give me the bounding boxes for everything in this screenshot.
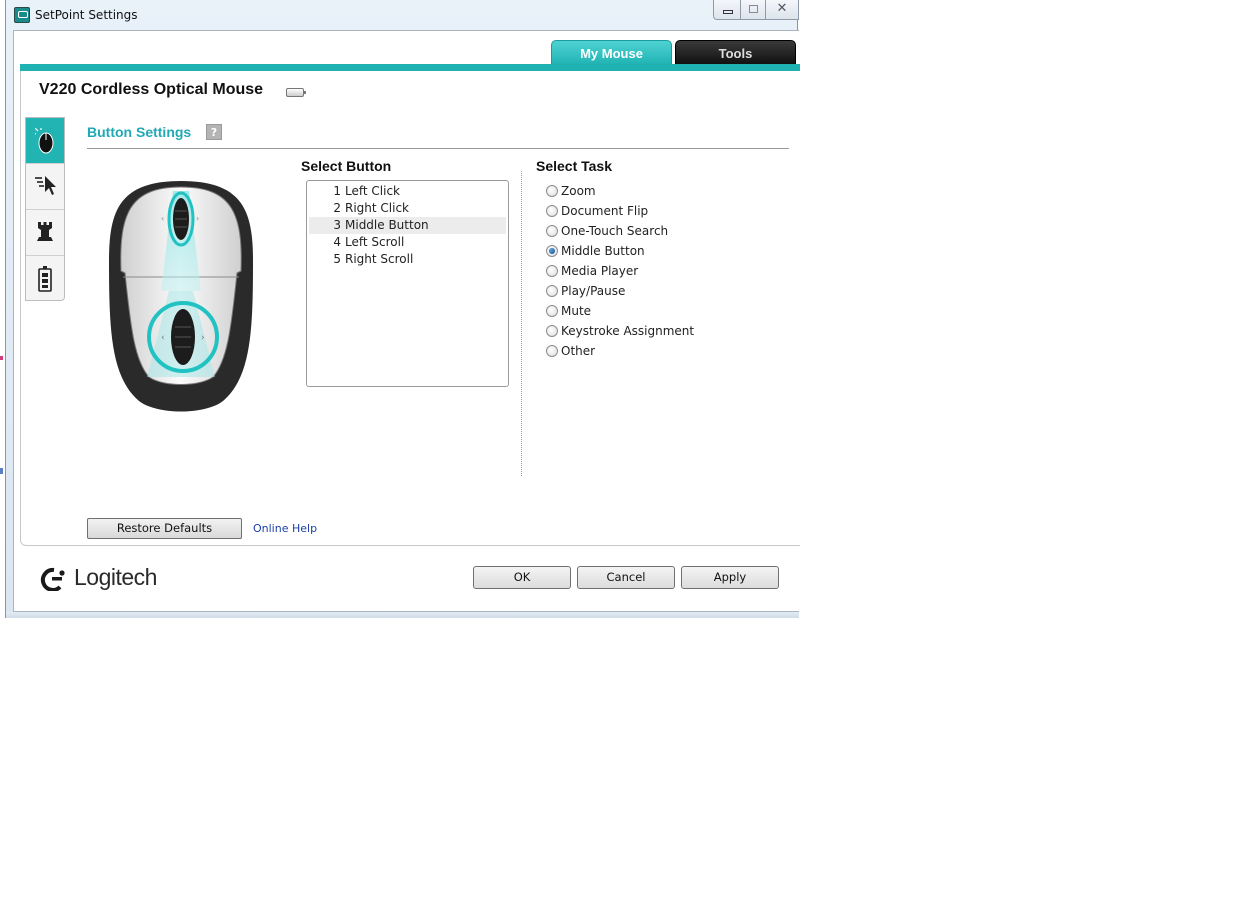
game-rook-icon bbox=[37, 222, 53, 241]
restore-defaults-button[interactable]: Restore Defaults bbox=[87, 518, 242, 539]
desktop-edge-mark bbox=[0, 356, 3, 360]
list-item-number: 4 bbox=[333, 235, 341, 249]
list-item-number: 5 bbox=[333, 252, 341, 266]
svg-text:›: › bbox=[201, 333, 205, 343]
close-button[interactable]: ✕ bbox=[765, 0, 799, 20]
logitech-logo-icon bbox=[40, 567, 65, 591]
tab-my-mouse[interactable]: My Mouse bbox=[551, 40, 672, 65]
logitech-logo-text: Logitech bbox=[74, 564, 157, 590]
mouse-buttons-icon bbox=[35, 128, 54, 154]
title-bar[interactable]: SetPoint Settings ✕ bbox=[6, 0, 799, 30]
list-item-label: Middle Button bbox=[345, 218, 429, 232]
sidebar-item-pointer[interactable] bbox=[26, 164, 64, 210]
list-item[interactable]: 4 Left Scroll bbox=[309, 234, 506, 251]
tab-tools[interactable]: Tools bbox=[675, 40, 796, 65]
help-icon[interactable]: ? bbox=[206, 124, 222, 140]
battery-icon bbox=[286, 88, 306, 97]
cancel-button[interactable]: Cancel bbox=[577, 566, 675, 589]
device-name: V220 Cordless Optical Mouse bbox=[39, 81, 264, 98]
list-item-label: Right Click bbox=[345, 201, 410, 215]
online-help-link[interactable]: Online Help bbox=[253, 522, 317, 535]
list-item-number: 1 bbox=[333, 184, 341, 198]
radio-label: Mute bbox=[561, 304, 592, 318]
svg-text:‹: ‹ bbox=[161, 214, 164, 223]
svg-text:›: › bbox=[196, 214, 199, 223]
select-button-label: Select Button bbox=[301, 158, 392, 174]
sidebar-item-button-settings[interactable] bbox=[26, 118, 64, 164]
radio-label: Keystroke Assignment bbox=[561, 324, 695, 338]
desktop-edge-mark bbox=[0, 468, 3, 474]
list-item-selected[interactable]: 3 Middle Button bbox=[309, 217, 506, 234]
column-divider bbox=[521, 171, 522, 476]
setpoint-window: SetPoint Settings ✕ My Mouse Tools V220 … bbox=[5, 0, 800, 618]
radio-button[interactable] bbox=[546, 185, 558, 197]
radio-label: Media Player bbox=[561, 264, 639, 278]
ok-button[interactable]: OK bbox=[473, 566, 571, 589]
radio-label: Middle Button bbox=[561, 244, 645, 258]
radio-label: Other bbox=[561, 344, 596, 358]
close-icon: ✕ bbox=[776, 1, 788, 16]
list-item[interactable]: 2 Right Click bbox=[309, 200, 506, 217]
radio-button[interactable] bbox=[546, 345, 558, 357]
radio-button[interactable] bbox=[546, 285, 558, 297]
radio-label: Document Flip bbox=[561, 204, 649, 218]
list-item-number: 2 bbox=[333, 201, 341, 215]
list-item-label: Left Click bbox=[345, 184, 400, 198]
window-frame-bottom bbox=[6, 612, 799, 618]
minimize-icon bbox=[723, 10, 733, 14]
sidebar-item-battery[interactable] bbox=[26, 256, 64, 302]
list-item[interactable]: 5 Right Scroll bbox=[309, 251, 506, 268]
radio-label: One-Touch Search bbox=[561, 224, 669, 238]
radio-button[interactable] bbox=[546, 265, 558, 277]
maximize-button[interactable] bbox=[740, 0, 766, 20]
radio-label: Zoom bbox=[561, 184, 596, 198]
sidebar-item-game-mode[interactable] bbox=[26, 210, 64, 256]
radio-label: Play/Pause bbox=[561, 284, 626, 298]
section-title: Button Settings bbox=[87, 124, 192, 140]
apply-button[interactable]: Apply bbox=[681, 566, 779, 589]
category-sidebar bbox=[25, 117, 65, 301]
radio-button[interactable] bbox=[546, 325, 558, 337]
radio-button[interactable] bbox=[546, 225, 558, 237]
client-area: My Mouse Tools V220 Cordless Optical Mou… bbox=[13, 30, 800, 612]
settings-panel: V220 Cordless Optical Mouse Button Setti… bbox=[20, 71, 800, 546]
window-title: SetPoint Settings bbox=[35, 8, 138, 22]
maximize-icon bbox=[749, 5, 758, 13]
tab-accent-bar bbox=[20, 64, 800, 71]
setpoint-app-icon bbox=[14, 7, 30, 23]
button-list[interactable]: 1 Left Click 2 Right Click 3 Middle Butt… bbox=[306, 180, 509, 387]
mouse-illustration: ‹ › ‹ › bbox=[109, 181, 253, 412]
battery-status-icon bbox=[38, 266, 52, 292]
section-divider bbox=[87, 148, 789, 149]
select-task-label: Select Task bbox=[536, 158, 613, 174]
pointer-icon bbox=[35, 176, 56, 195]
svg-text:‹: ‹ bbox=[161, 333, 165, 343]
list-item-label: Left Scroll bbox=[345, 235, 405, 249]
list-item[interactable]: 1 Left Click bbox=[309, 183, 506, 200]
radio-button-checked[interactable] bbox=[546, 245, 558, 257]
list-item-number: 3 bbox=[333, 218, 341, 232]
list-item-label: Right Scroll bbox=[345, 252, 414, 266]
minimize-button[interactable] bbox=[713, 0, 741, 20]
radio-button[interactable] bbox=[546, 205, 558, 217]
radio-button[interactable] bbox=[546, 305, 558, 317]
